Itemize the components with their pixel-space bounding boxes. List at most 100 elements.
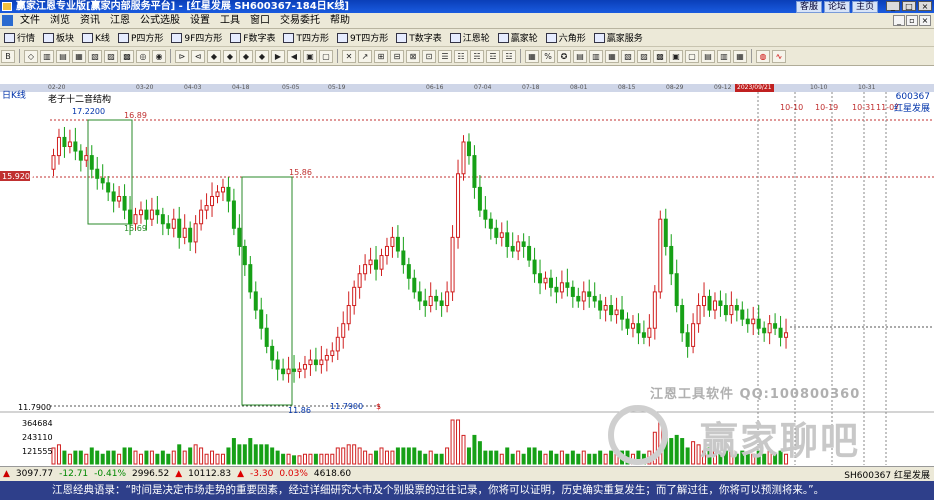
draw-tool-2-icon[interactable]: ▥	[40, 49, 54, 63]
close-icon[interactable]: ×	[918, 1, 932, 11]
tool-quotes[interactable]: 行情	[0, 31, 39, 44]
tool-gann-wheel[interactable]: 江恩轮	[446, 31, 494, 44]
wave-icon[interactable]: ∿	[772, 49, 786, 63]
draw-tool-15-icon[interactable]: ◆	[255, 49, 269, 63]
draw-tool-17-icon[interactable]: ◀	[287, 49, 301, 63]
draw-tool-41-icon[interactable]: ▢	[685, 49, 699, 63]
volume-bar	[505, 447, 510, 465]
tool-f-table[interactable]: F数字表	[226, 31, 279, 44]
draw-tool-23-icon[interactable]: ⊟	[390, 49, 404, 63]
draw-tool-4-icon[interactable]: ▦	[72, 49, 86, 63]
maximize-icon[interactable]: □	[902, 1, 916, 11]
menu-settings[interactable]: 设置	[185, 13, 215, 28]
candle-body	[439, 300, 444, 307]
draw-tool-34-icon[interactable]: ▤	[573, 49, 587, 63]
draw-tool-16-icon[interactable]: ▶	[271, 49, 285, 63]
9t-square-icon	[336, 32, 348, 43]
candle-body	[674, 273, 679, 307]
draw-tool-39-icon[interactable]: ▩	[653, 49, 667, 63]
tool-9t-square[interactable]: 9T四方形	[333, 31, 392, 44]
draw-tool-32-icon[interactable]: %	[541, 49, 555, 63]
volume-bar	[570, 450, 575, 465]
draw-tool-14-icon[interactable]: ◆	[239, 49, 253, 63]
draw-tool-5-icon[interactable]: ▧	[88, 49, 102, 63]
draw-tool-19-icon[interactable]: ▢	[319, 49, 333, 63]
tool-t-square[interactable]: T四方形	[279, 31, 333, 44]
draw-tool-33-icon[interactable]: ✪	[557, 49, 571, 63]
draw-tool-21-icon[interactable]: ↗	[358, 49, 372, 63]
candle-body	[499, 232, 504, 238]
draw-tool-35-icon[interactable]: ▥	[589, 49, 603, 63]
menu-window[interactable]: 窗口	[245, 13, 275, 28]
tool-t-table[interactable]: T数字表	[392, 31, 446, 44]
volume-bar	[472, 434, 477, 465]
menu-help[interactable]: 帮助	[325, 13, 355, 28]
mdi-minimize-icon[interactable]: _	[893, 15, 905, 26]
menu-gann[interactable]: 江恩	[105, 13, 135, 28]
menu-bar: 文件 浏览 资讯 江恩 公式选股 设置 工具 窗口 交易委托 帮助 _ ▫ ×	[0, 13, 934, 29]
draw-tool-18-icon[interactable]: ▣	[303, 49, 317, 63]
draw-tool-9-icon[interactable]: ◉	[152, 49, 166, 63]
draw-tool-22-icon[interactable]: ⊞	[374, 49, 388, 63]
drawing-menu-icon[interactable]: B	[1, 49, 15, 63]
sector-icon	[43, 32, 55, 43]
t-square-icon	[283, 32, 295, 43]
draw-tool-29-icon[interactable]: ☲	[486, 49, 500, 63]
draw-tool-43-icon[interactable]: ▥	[717, 49, 731, 63]
draw-tool-42-icon[interactable]: ▤	[701, 49, 715, 63]
menu-trade[interactable]: 交易委托	[275, 13, 325, 28]
menu-news[interactable]: 资讯	[75, 13, 105, 28]
tool-hexagon[interactable]: 六角形	[542, 31, 590, 44]
minimize-icon[interactable]: _	[886, 1, 900, 11]
draw-tool-28-icon[interactable]: ☵	[470, 49, 484, 63]
draw-tool-25-icon[interactable]: ⊡	[422, 49, 436, 63]
tool-winner-wheel[interactable]: 赢家轮	[494, 31, 542, 44]
draw-tool-1-icon[interactable]: ◇	[24, 49, 38, 63]
draw-tool-24-icon[interactable]: ⊠	[406, 49, 420, 63]
draw-tool-12-icon[interactable]: ◆	[207, 49, 221, 63]
candle-body	[532, 259, 537, 275]
draw-tool-36-icon[interactable]: ▦	[605, 49, 619, 63]
draw-tool-37-icon[interactable]: ▧	[621, 49, 635, 63]
candle-body	[505, 232, 510, 247]
draw-tool-13-icon[interactable]: ◆	[223, 49, 237, 63]
draw-tool-7-icon[interactable]: ▩	[120, 49, 134, 63]
draw-tool-31-icon[interactable]: ▦	[525, 49, 539, 63]
candle-body	[363, 264, 368, 275]
draw-tool-26-icon[interactable]: ☰	[438, 49, 452, 63]
tool-sector[interactable]: 板块	[39, 31, 78, 44]
draw-tool-44-icon[interactable]: ▦	[733, 49, 747, 63]
kline-chart[interactable]: 17.2200 16.89 15.86 15.69 11.86 11.7900 …	[0, 65, 934, 465]
menu-file[interactable]: 文件	[15, 13, 45, 28]
menu-tools[interactable]: 工具	[215, 13, 245, 28]
menu-browse[interactable]: 浏览	[45, 13, 75, 28]
draw-tool-6-icon[interactable]: ▨	[104, 49, 118, 63]
link-forum[interactable]: 论坛	[823, 1, 850, 13]
draw-tool-38-icon[interactable]: ▨	[637, 49, 651, 63]
draw-tool-11-icon[interactable]: ⊲	[191, 49, 205, 63]
draw-tool-40-icon[interactable]: ▣	[669, 49, 683, 63]
tool-p-square[interactable]: P四方形	[114, 31, 167, 44]
link-home[interactable]: 主页	[851, 1, 878, 13]
link-service[interactable]: 客服	[795, 1, 822, 13]
tool-9f-square[interactable]: 9F四方形	[167, 31, 226, 44]
draw-tool-27-icon[interactable]: ☷	[454, 49, 468, 63]
candle-body	[488, 218, 493, 229]
color-wheel-icon[interactable]: ◍	[756, 49, 770, 63]
tool-kline[interactable]: K线	[78, 31, 114, 44]
menu-formula[interactable]: 公式选股	[135, 13, 185, 28]
candle-body	[723, 305, 728, 316]
draw-tool-30-icon[interactable]: ☳	[502, 49, 516, 63]
tool-winner-service[interactable]: 赢家服务	[590, 31, 647, 44]
candle-body	[778, 327, 783, 338]
draw-tool-3-icon[interactable]: ▤	[56, 49, 70, 63]
draw-tool-20-icon[interactable]: ✕	[342, 49, 356, 63]
draw-tool-10-icon[interactable]: ⊳	[175, 49, 189, 63]
sz-change-pct: 0.03%	[279, 469, 308, 479]
mdi-restore-icon[interactable]: ▫	[906, 15, 918, 26]
draw-tool-8-icon[interactable]: ◎	[136, 49, 150, 63]
volume-bar	[384, 450, 389, 465]
candle-body	[138, 209, 143, 216]
mdi-close-icon[interactable]: ×	[919, 15, 931, 26]
volume-bar	[128, 447, 133, 465]
